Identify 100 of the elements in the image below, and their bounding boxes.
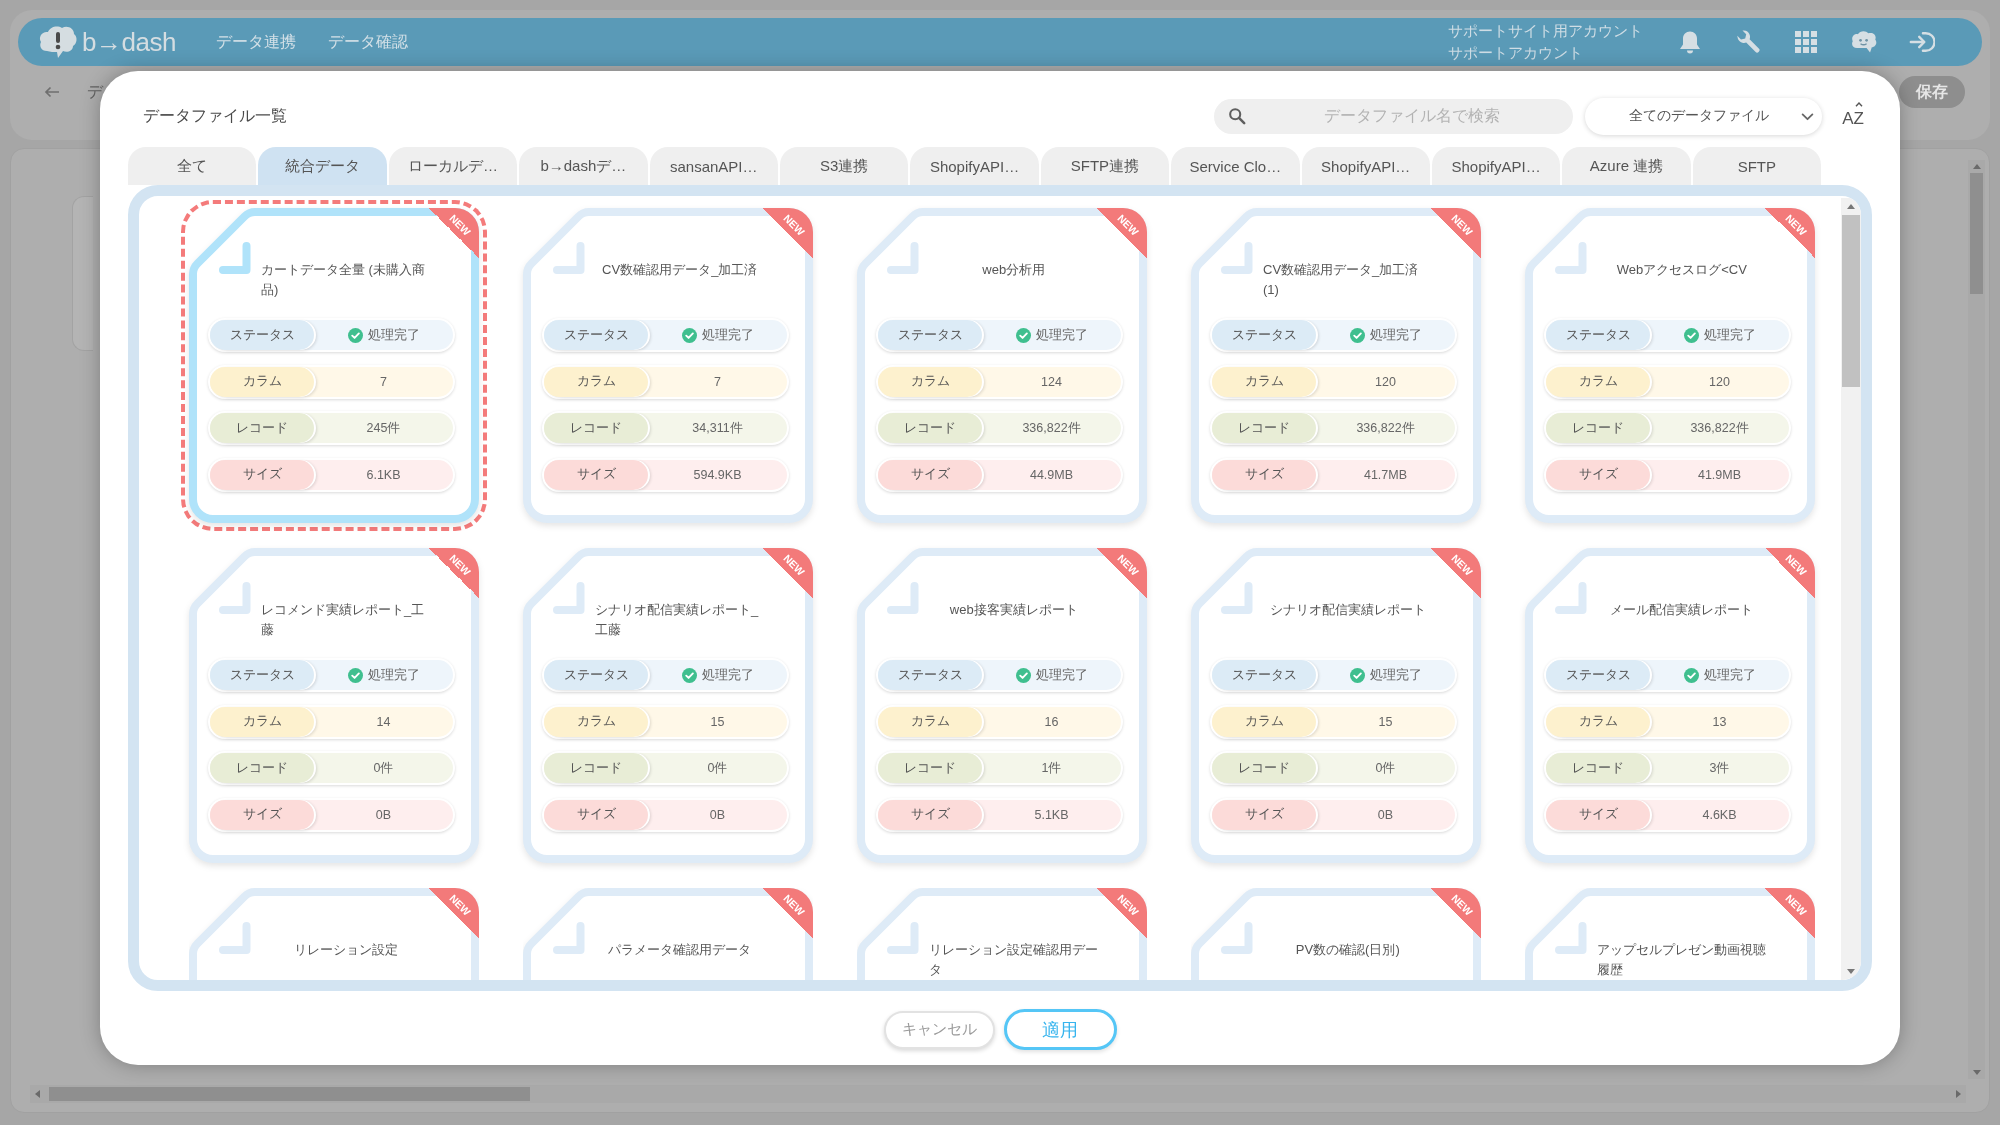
check-circle-icon <box>1349 667 1365 683</box>
tab[interactable]: 全て <box>128 147 257 185</box>
stat-label: レコード <box>210 413 314 443</box>
tab[interactable]: 統合データ <box>258 147 387 185</box>
tab[interactable]: Service Clo… <box>1171 147 1300 185</box>
tab[interactable]: sansanAPI… <box>649 147 778 185</box>
scrollbar-thumb[interactable] <box>1970 173 1983 294</box>
page-title: デ <box>87 81 103 102</box>
stat-label: ステータス <box>878 660 982 690</box>
page-fold-icon <box>1555 582 1587 615</box>
check-circle-icon <box>1683 667 1699 683</box>
stat-label: ステータス <box>544 660 648 690</box>
stat-value: 処理完了 <box>367 666 420 684</box>
check-circle-icon <box>1015 667 1031 683</box>
stat-label: サイズ <box>210 459 314 490</box>
back-arrow-icon[interactable] <box>44 86 60 98</box>
file-name: web分析用 <box>982 261 1046 279</box>
caret-icon <box>1855 102 1863 107</box>
chevron-down-icon <box>1801 112 1814 121</box>
page-fold-icon <box>1221 582 1253 615</box>
stat-value: 処理完了 <box>1703 326 1756 344</box>
stat-value: 34,311件 <box>692 419 743 437</box>
stat-label: カラム <box>1546 706 1650 737</box>
scroll-left-icon[interactable] <box>35 1090 40 1098</box>
scroll-down-icon[interactable] <box>1972 1070 1981 1075</box>
stat-value: 処理完了 <box>701 326 754 344</box>
stat-value: 0B <box>375 807 392 822</box>
sort-button[interactable]: AZ <box>1840 101 1866 131</box>
page-fold-icon <box>887 242 919 275</box>
stat-value: 0件 <box>373 759 394 777</box>
stat-label: ステータス <box>210 320 314 350</box>
horizontal-scrollbar[interactable] <box>30 1085 1966 1103</box>
stat-label: カラム <box>1212 706 1316 737</box>
scrollbar-thumb[interactable] <box>49 1087 530 1101</box>
stat-value: 7 <box>380 374 387 389</box>
stat-value: 1件 <box>1041 759 1062 777</box>
scroll-down-icon[interactable] <box>1847 969 1855 974</box>
stat-label: サイズ <box>1212 459 1316 490</box>
scroll-up-icon[interactable] <box>1972 164 1981 169</box>
tab[interactable]: SFTP連携 <box>1040 147 1170 185</box>
app-grid-icon[interactable] <box>1795 31 1817 53</box>
tab[interactable]: ShopifyAPI… <box>1431 147 1561 185</box>
dialog-title: データファイル一覧 <box>143 105 287 126</box>
stat-value: 13 <box>1712 714 1727 729</box>
tab[interactable]: ローカルデ… <box>388 147 518 185</box>
file-name: リレーション設定確認用データ <box>929 941 1099 979</box>
stat-value: 245件 <box>366 419 401 437</box>
stat-value: 336,822件 <box>1690 419 1749 437</box>
search-icon <box>1228 107 1246 125</box>
cloud-face-icon[interactable] <box>1851 29 1877 55</box>
stat-value: 41.7MB <box>1363 467 1408 482</box>
scrollbar-thumb[interactable] <box>1842 215 1860 387</box>
vertical-scrollbar[interactable] <box>1968 160 1985 1079</box>
file-name: CV数確認用データ_加工済 <box>602 261 758 279</box>
tab[interactable]: S3連携 <box>779 147 909 185</box>
tab[interactable]: ShopifyAPI… <box>910 147 1039 185</box>
stat-value: 処理完了 <box>1703 666 1756 684</box>
filter-dropdown[interactable]: 全てのデータファイル <box>1585 97 1822 135</box>
stat-label: ステータス <box>1212 660 1316 690</box>
stat-label: サイズ <box>878 799 982 830</box>
bell-icon[interactable] <box>1678 29 1702 55</box>
check-circle-icon <box>347 667 363 683</box>
logout-icon[interactable] <box>1909 30 1935 54</box>
stat-value: 336,822件 <box>1022 419 1081 437</box>
stat-label: カラム <box>544 366 648 397</box>
logo-icon <box>38 25 78 59</box>
tab[interactable]: ShopifyAPI… <box>1301 147 1430 185</box>
search-field[interactable]: データファイル名で検索 <box>1214 98 1573 134</box>
page-fold-icon <box>553 582 585 615</box>
stat-value: 0B <box>709 807 726 822</box>
check-circle-icon <box>681 667 697 683</box>
stat-value: 0B <box>1377 807 1394 822</box>
tab[interactable]: Azure 連携 <box>1562 147 1691 185</box>
stat-label: カラム <box>878 366 982 397</box>
page-fold-icon <box>1221 242 1253 275</box>
stat-value: 処理完了 <box>1035 326 1088 344</box>
scroll-right-icon[interactable] <box>1956 1090 1961 1098</box>
stat-label: カラム <box>878 706 982 737</box>
stat-value: 処理完了 <box>1369 326 1422 344</box>
file-name: PV数の確認(日別) <box>1295 941 1400 959</box>
stat-label: レコード <box>1546 753 1650 783</box>
file-name: メール配信実績レポート <box>1610 601 1754 619</box>
stat-value: 336,822件 <box>1356 419 1415 437</box>
page-fold-icon <box>219 582 251 615</box>
scroll-up-icon[interactable] <box>1847 204 1855 209</box>
stat-label: ステータス <box>544 320 648 350</box>
stat-value: 41.9MB <box>1697 467 1742 482</box>
stat-label: カラム <box>1212 366 1316 397</box>
stat-label: サイズ <box>1212 799 1316 830</box>
file-name: シナリオ配信実績レポート_工藤 <box>595 601 760 639</box>
stat-value: 16 <box>1044 714 1059 729</box>
stat-value: 処理完了 <box>367 326 420 344</box>
wrench-icon[interactable] <box>1735 29 1761 55</box>
tab[interactable]: SFTP <box>1692 147 1822 185</box>
check-circle-icon <box>1015 327 1031 343</box>
tab[interactable]: b→dashデ… <box>519 147 648 185</box>
vertical-scrollbar[interactable] <box>1841 198 1861 980</box>
stat-value: 6.1KB <box>366 467 401 482</box>
page-fold-icon <box>887 922 919 955</box>
check-circle-icon <box>1683 327 1699 343</box>
